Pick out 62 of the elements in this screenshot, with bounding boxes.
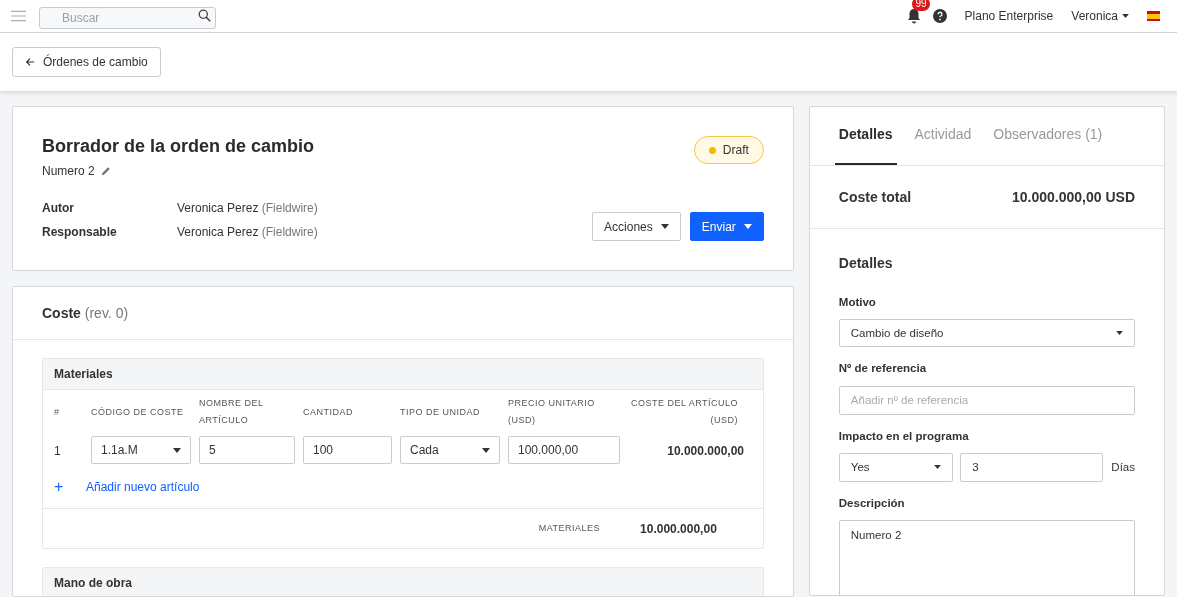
caret-icon — [482, 447, 490, 453]
bell-icon[interactable] — [906, 8, 921, 24]
table-cell: 10.000.000,00 — [667, 444, 744, 458]
unit-label: Días — [1111, 459, 1135, 475]
help-icon[interactable] — [932, 9, 947, 23]
plan-link[interactable]: Plano Enterprise — [964, 7, 1054, 25]
caret-icon — [934, 465, 942, 470]
caret-icon — [173, 447, 181, 453]
column-header: # — [54, 405, 61, 419]
field-label: Motivo — [838, 295, 877, 310]
order-title: Borrador de la orden de cambio — [42, 135, 316, 158]
cost-title: Coste (rev. 0) — [42, 303, 129, 323]
input-field[interactable]: 3 — [960, 452, 1104, 482]
dropdown[interactable]: 1.1a.M — [91, 436, 191, 464]
subtotal-value: 10.000.000,00 — [640, 520, 717, 538]
description-field[interactable]: Numero 2 — [838, 520, 1135, 595]
total-value: 10.000.000,00 USD — [1012, 187, 1135, 207]
details-title: Detalles — [838, 254, 894, 273]
search-icon — [198, 9, 211, 22]
arrow-left-icon — [25, 57, 35, 67]
caret-icon — [660, 224, 669, 229]
table-cell: 1 — [54, 444, 61, 458]
order-number: Numero 2 — [42, 163, 95, 180]
field-value: Veronica Perez (Fieldwire) — [177, 200, 318, 216]
column-header: CÓDIGO DE COSTE — [91, 405, 185, 419]
add-item-link[interactable]: Añadir nuevo artículo — [86, 478, 200, 496]
notification-count: 99 — [912, 0, 930, 11]
back-button[interactable]: Órdenes de cambio — [12, 47, 161, 77]
action-button[interactable]: Enviar — [689, 212, 764, 241]
field-value: Veronica Perez (Fieldwire) — [177, 224, 318, 240]
column-header: NOMBRE DEL ARTÍCULO — [199, 397, 265, 427]
caret-icon — [743, 224, 752, 229]
field-label: Responsable — [42, 224, 118, 240]
subtotal-label: MATERIALES — [538, 521, 601, 535]
column-header: COSTE DEL ARTÍCULO (USD) — [629, 397, 739, 427]
pencil-icon[interactable] — [100, 166, 111, 176]
total-label: Coste total — [838, 187, 912, 207]
action-button[interactable]: Acciones — [592, 212, 681, 241]
section-title: Materiales — [54, 366, 113, 383]
dropdown[interactable]: Cambio de diseño — [838, 319, 1135, 348]
field-label: Autor — [42, 200, 75, 216]
caret-icon — [1116, 331, 1123, 336]
dropdown[interactable]: Cada — [400, 436, 500, 464]
add-icon[interactable]: + — [54, 479, 86, 495]
column-header: CANTIDAD — [303, 405, 354, 419]
user-menu[interactable]: Veronica — [1071, 7, 1129, 25]
input-field[interactable]: Añadir nº de referencia — [838, 385, 1135, 415]
spain-flag-icon[interactable] — [1147, 11, 1160, 21]
caret-icon — [1122, 14, 1129, 18]
field-label: Impacto en el programa — [838, 428, 970, 444]
section-title: Mano de obra — [54, 575, 132, 592]
input-field[interactable]: 100 — [303, 436, 392, 464]
input-field[interactable]: 5 — [199, 436, 295, 464]
field-label: Descripción — [838, 495, 906, 511]
search-field[interactable]: Buscar — [39, 7, 216, 29]
field-label: Nº de referencia — [838, 361, 928, 377]
dropdown[interactable]: Yes — [838, 452, 954, 482]
column-header: PRECIO UNITARIO (USD) — [508, 397, 596, 427]
status-badge: Draft — [693, 136, 764, 164]
input-field[interactable]: 100.000,00 — [508, 436, 620, 464]
column-header: TIPO DE UNIDAD — [400, 405, 481, 419]
tab[interactable]: Detalles — [834, 107, 897, 165]
